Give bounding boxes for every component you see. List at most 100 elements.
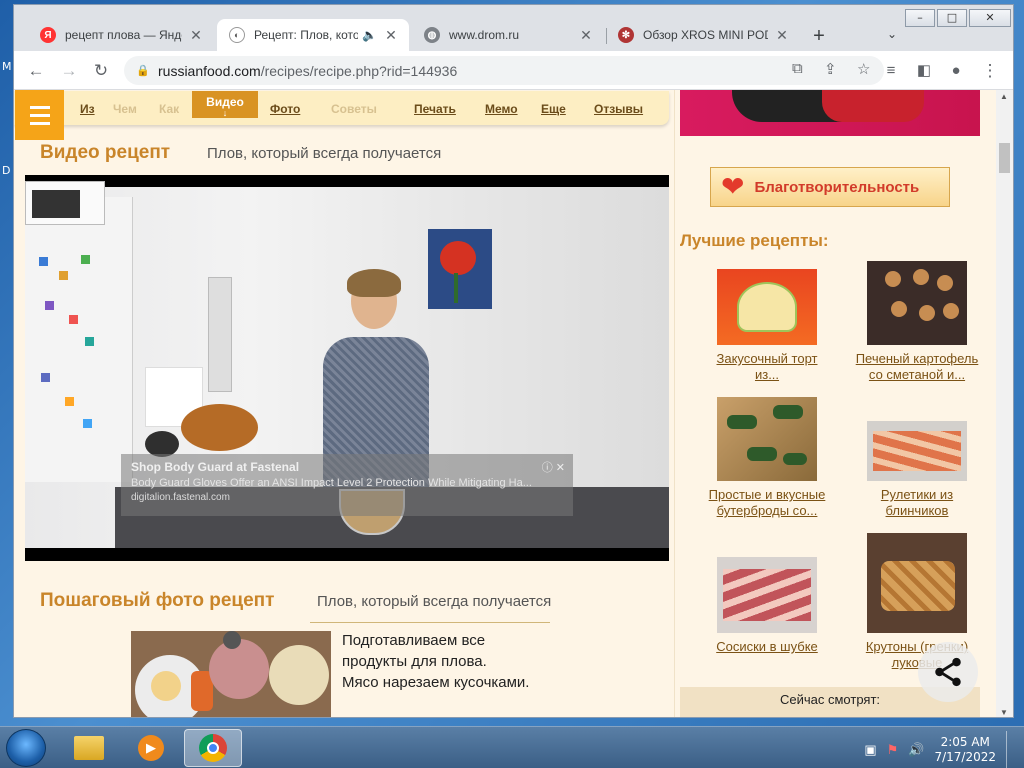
menu-dots-icon[interactable]: ⋮ [979,60,1001,82]
lock-icon[interactable]: 🔒 [136,64,152,77]
recipe-image[interactable] [717,557,817,633]
video-player[interactable]: Shop Body Guard at Fastenal Body Guard G… [25,175,669,561]
taskbar: ▶ ▣ ⚑ 🔊 2:05 AM 7/17/2022 [0,726,1024,768]
menu-item-sovety[interactable]: Советы [331,102,377,116]
heart-hands-icon: ❤ [721,171,745,202]
audio-playing-icon[interactable]: 🔈 [362,28,377,42]
recipe-link[interactable]: Простые и вкусные бутерброды со... [692,487,842,519]
share-icon[interactable] [918,642,978,702]
web-page: Из Чем Как Видео ↓ Фото Советы Печать Ме… [14,90,996,717]
tab-drom[interactable]: ◍ www.drom.ru ✕ [412,19,604,51]
share-page-icon[interactable]: ⇪ [824,60,837,78]
translate-icon[interactable]: ⧉ [792,60,803,77]
video-ad-overlay[interactable]: Shop Body Guard at Fastenal Body Guard G… [121,454,573,516]
recipe-link[interactable]: Печеный картофель со сметаной и... [842,351,992,383]
recipe-card[interactable]: Простые и вкусные бутерброды со... [692,397,842,519]
system-tray: ▣ ⚑ 🔊 2:05 AM 7/17/2022 [864,731,1016,768]
profile-icon[interactable]: ● [945,60,967,82]
photo-recipe-title: Пошаговый фото рецепт [40,590,275,611]
url-text[interactable]: russianfood.com/recipes/recipe.php?rid=1… [158,63,457,79]
show-desktop-button[interactable] [1006,731,1016,768]
back-icon[interactable]: ← [25,60,47,82]
page-scrollbar[interactable]: ▲ ▼ [996,90,1013,717]
menu-item-pechat[interactable]: Печать [414,102,456,116]
close-tab-icon[interactable]: ✕ [774,27,790,44]
video-frame[interactable]: Shop Body Guard at Fastenal Body Guard G… [25,181,669,548]
scroll-down-icon[interactable]: ▼ [1000,708,1008,717]
tab-title: www.drom.ru [449,28,520,42]
promo-banner[interactable] [680,90,980,136]
step-photo[interactable] [131,631,331,717]
menu-item-otzyvy[interactable]: Отзывы [594,102,643,116]
recipe-image[interactable] [717,397,817,481]
recipe-image[interactable] [867,533,967,633]
tab-title: рецепт плова — Яндекс [65,28,182,42]
recipe-link[interactable]: Закусочный торт из... [692,351,842,383]
right-sidebar: ❤ Благотворительность Лучшие рецепты: За… [674,90,996,717]
ad-description: Body Guard Gloves Offer an ANSI Impact L… [131,477,532,489]
minimize-button[interactable]: – [905,9,935,27]
menu-item-kak[interactable]: Как [159,102,179,116]
best-recipes-heading: Лучшие рецепты: [680,231,829,250]
browser-toolbar: ← → ↻ 🔒 russianfood.com/recipes/recipe.p… [14,51,1013,90]
menu-item-chem[interactable]: Чем [113,102,137,116]
maximize-button[interactable]: □ [937,9,967,27]
network-icon[interactable]: ▣ [864,742,876,758]
recipe-image[interactable] [867,261,967,345]
menu-item-iz[interactable]: Из [80,102,95,116]
main-content: Из Чем Как Видео ↓ Фото Советы Печать Ме… [14,90,674,717]
tab-strip: Я рецепт плова — Яндекс ✕ ◐ Рецепт: Плов… [14,5,1013,51]
charity-button[interactable]: ❤ Благотворительность [710,167,950,207]
recipe-card[interactable]: Рулетики из блинчиков [842,421,992,519]
media-player-taskbar-icon[interactable]: ▶ [122,729,180,767]
reload-icon[interactable]: ↻ [90,60,112,82]
action-center-flag-icon[interactable]: ⚑ [887,742,899,758]
site-menu: Из Чем Как Видео ↓ Фото Советы Печать Ме… [14,91,669,125]
tab-title: Обзор XROS MINI POD [643,28,768,42]
recipe-card[interactable]: Закусочный торт из... [692,269,842,383]
forward-icon[interactable]: → [58,60,80,82]
menu-item-eshche[interactable]: Еще [541,102,566,116]
recipe-card[interactable]: Печеный картофель со сметаной и... [842,261,992,383]
step-description: Подготавливаем все продукты для плова. М… [342,632,530,691]
menu-item-memo[interactable]: Мемо [485,102,518,116]
tab-xros[interactable]: ✻ Обзор XROS MINI POD ✕ [606,19,800,51]
recipe-link[interactable]: Сосиски в шубке [692,639,842,655]
tab-yandex[interactable]: Я рецепт плова — Яндекс ✕ [28,19,214,51]
bookmark-star-icon[interactable]: ☆ [857,60,870,78]
volume-icon[interactable]: 🔊 [908,742,924,758]
hamburger-menu-icon[interactable] [15,90,64,140]
yandex-icon: Я [40,27,56,43]
recipe-image[interactable] [717,269,817,345]
microwave-image [25,181,105,225]
close-window-button[interactable]: ✕ [969,9,1011,27]
address-bar[interactable]: 🔒 russianfood.com/recipes/recipe.php?rid… [124,56,884,85]
close-tab-icon[interactable]: ✕ [188,27,204,44]
scroll-up-icon[interactable]: ▲ [1000,92,1008,101]
reading-list-icon[interactable]: ≡ [880,60,902,82]
xros-icon: ✻ [618,27,634,43]
russianfood-icon: ◐ [229,27,245,43]
chrome-taskbar-icon[interactable] [184,729,242,767]
new-tab-icon[interactable]: + [807,25,831,48]
tab-russianfood[interactable]: ◐ Рецепт: Плов, который 🔈 ✕ [217,19,409,51]
fridge-image [25,197,133,482]
ad-source: digitalion.fastenal.com [131,492,230,503]
close-tab-icon[interactable]: ✕ [383,27,399,44]
blender-image [208,277,232,392]
recipe-link[interactable]: Рулетики из блинчиков [842,487,992,519]
ad-title[interactable]: Shop Body Guard at Fastenal [131,460,563,474]
poppy-painting-image [428,229,492,309]
clock[interactable]: 2:05 AM 7/17/2022 [934,735,996,765]
recipe-card[interactable]: Сосиски в шубке [692,557,842,655]
explorer-taskbar-icon[interactable] [60,729,118,767]
ad-close-icon[interactable]: ⓘ ✕ [542,459,565,475]
tab-search-chevron-icon[interactable]: ⌄ [887,27,897,41]
start-button[interactable] [6,729,46,767]
side-panel-icon[interactable]: ◧ [913,60,935,82]
close-tab-icon[interactable]: ✕ [578,27,594,44]
scroll-thumb[interactable] [999,143,1010,173]
menu-item-foto[interactable]: Фото [270,102,300,116]
menu-item-video[interactable]: Видео ↓ [192,91,258,118]
recipe-image[interactable] [867,421,967,481]
